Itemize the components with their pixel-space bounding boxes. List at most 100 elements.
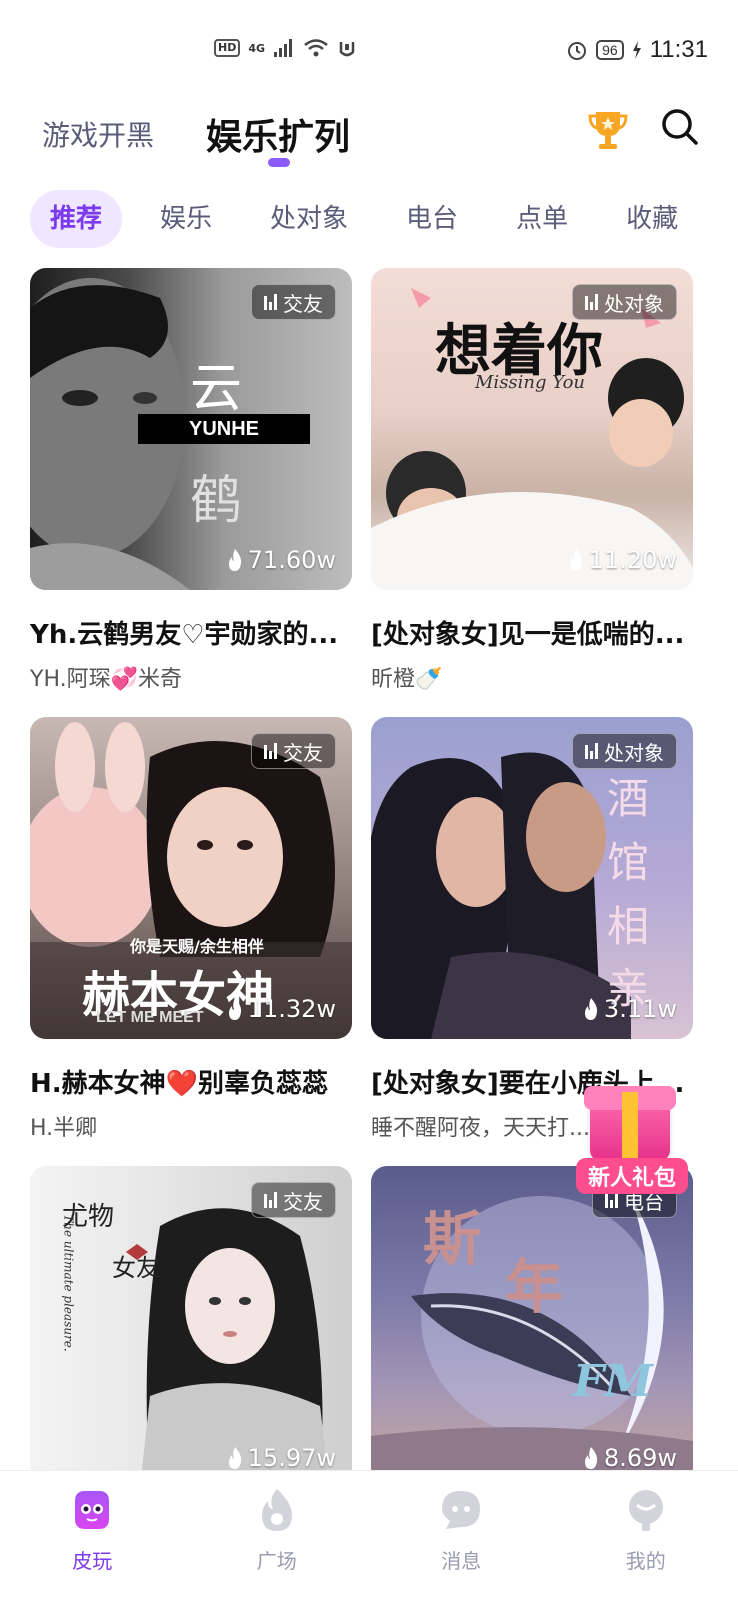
nav-label: 我的: [625, 1549, 666, 1573]
room-tag-label: 处对象: [604, 740, 664, 765]
room-cover: 你是天赐/余生相伴 赫本女神 LET ME MEET 交友 11.32w: [30, 717, 352, 1039]
art-text: FM: [573, 1356, 653, 1407]
status-right: 96 11:31: [566, 36, 708, 64]
heat-count: 11.32w: [226, 995, 336, 1023]
profile-icon: [628, 1490, 663, 1531]
heat-count: 8.69w: [582, 1444, 677, 1472]
room-tag-label: 处对象: [604, 291, 664, 316]
room-cover: 尤物 女友 The ultimate pleasure. 交友 15.97w: [30, 1166, 352, 1488]
room-card[interactable]: 想着你 Missing You 处对象 11.20w [处对象女]见一是低喘的.…: [371, 268, 693, 693]
room-tag-label: 交友: [283, 740, 323, 765]
app-screen: HD 4G 96 11:31 游戏开黑 娱乐扩列 推荐 娱乐 处对象 电台 点单…: [0, 0, 738, 1600]
status-bar: HD 4G 96 11:31: [0, 0, 738, 100]
room-card[interactable]: 云 YUNHE 鹤 交友 71.60w Yh.云鹤男友♡宇勋家的... YH.阿…: [30, 268, 352, 693]
gift-ribbon: [622, 1092, 638, 1162]
room-cover: 想着你 Missing You 处对象 11.20w: [371, 268, 693, 590]
chip-entertainment[interactable]: 娱乐: [140, 190, 232, 248]
art-text: 你是天赐/余生相伴: [130, 937, 264, 956]
art-text: 斯: [423, 1205, 482, 1273]
chip-order[interactable]: 点单: [496, 190, 588, 248]
status-left: HD 4G: [214, 38, 357, 58]
new-user-gift-button[interactable]: 新人礼包: [576, 1078, 688, 1198]
flame-icon: [228, 998, 241, 1020]
flame-icon: [584, 998, 598, 1020]
room-tag: 交友: [251, 1182, 336, 1218]
heat-count: 71.60w: [226, 546, 336, 574]
art-text: 女友: [112, 1254, 160, 1282]
network-type: 4G: [248, 41, 266, 55]
signal-icon: [274, 39, 293, 57]
alarm-icon: [568, 42, 587, 60]
room-title: Yh.云鹤男友♡宇勋家的...: [30, 620, 339, 650]
chip-radio[interactable]: 电台: [386, 190, 478, 248]
wifi-icon: [304, 39, 328, 57]
room-card[interactable]: 你是天赐/余生相伴 赫本女神 LET ME MEET 交友 11.32w H.赫…: [30, 717, 352, 1142]
heat-value: 11.32w: [247, 995, 336, 1023]
active-tab-indicator: [268, 158, 290, 167]
flame-icon: [261, 1489, 292, 1531]
room-cover: 斯 年 FM 电台 8.69w: [371, 1166, 693, 1488]
room-host: 昕橙🍼: [371, 667, 443, 692]
audio-bars-icon: [585, 743, 598, 759]
gift-label: 新人礼包: [576, 1158, 688, 1194]
room-tag: 交友: [251, 284, 336, 320]
room-cover: 云 YUNHE 鹤 交友 71.60w: [30, 268, 352, 590]
art-text: Missing You: [475, 372, 586, 393]
heat-count: 3.11w: [582, 995, 677, 1023]
top-header: 游戏开黑 娱乐扩列: [0, 100, 738, 180]
category-bar: 推荐 娱乐 处对象 电台 点单 收藏: [0, 188, 738, 250]
heat-value: 15.97w: [247, 1444, 336, 1472]
art-text: 鹤: [190, 471, 243, 531]
art-text: LET ME MEET: [96, 1009, 204, 1026]
bottom-navigation: 皮玩 广场 消息 我的: [0, 1470, 738, 1600]
tab-entertainment[interactable]: 娱乐扩列: [206, 108, 350, 160]
trophy-icon[interactable]: [588, 108, 628, 152]
chat-bubble-icon: [442, 1491, 481, 1529]
room-tag: 交友: [251, 733, 336, 769]
art-text: The ultimate pleasure.: [61, 1214, 76, 1352]
heat-value: 71.60w: [247, 546, 336, 574]
alert-icon: [339, 42, 355, 57]
search-icon[interactable]: [660, 104, 700, 148]
nav-messages[interactable]: 消息: [369, 1471, 554, 1600]
room-tag: 处对象: [572, 284, 677, 320]
flame-icon: [228, 1447, 241, 1469]
chip-dating[interactable]: 处对象: [250, 190, 368, 248]
room-title: H.赫本女神❤️别辜负蕊蕊: [30, 1069, 329, 1099]
room-card[interactable]: 斯 年 FM 电台 8.69w: [371, 1166, 693, 1488]
room-host: YH.阿琛💞米奇: [30, 667, 182, 692]
art-text: YUNHE: [188, 417, 259, 440]
nav-label: 皮玩: [72, 1549, 113, 1573]
audio-bars-icon: [264, 743, 277, 759]
chip-favorites[interactable]: 收藏: [606, 190, 698, 248]
heat-value: 3.11w: [603, 995, 677, 1023]
room-tag: 处对象: [572, 733, 677, 769]
clock: 11:31: [649, 36, 708, 63]
room-tag-label: 交友: [283, 291, 323, 316]
battery-level: 96: [602, 42, 618, 58]
art-text: 年: [505, 1253, 564, 1321]
chip-recommend[interactable]: 推荐: [30, 190, 123, 248]
art-banner: YUNHE: [138, 414, 310, 444]
audio-bars-icon: [264, 294, 277, 310]
nav-label: 广场: [256, 1549, 297, 1573]
heat-count: 15.97w: [226, 1444, 336, 1472]
art-text: 相: [607, 902, 650, 951]
room-cover: 酒 馆 相 亲 处对象 3.11w: [371, 717, 693, 1039]
hd-badge: HD: [214, 39, 241, 57]
heat-value: 8.69w: [603, 1444, 677, 1472]
flame-icon: [228, 549, 241, 571]
audio-bars-icon: [264, 1192, 277, 1208]
nav-pipi[interactable]: 皮玩: [0, 1471, 185, 1600]
room-card[interactable]: 尤物 女友 The ultimate pleasure. 交友 15.97w: [30, 1166, 352, 1488]
charging-icon: [632, 41, 641, 59]
art-text: 云: [190, 359, 243, 419]
pipi-face-icon: [75, 1491, 110, 1529]
art-text: 酒: [607, 774, 650, 823]
nav-me[interactable]: 我的: [554, 1471, 738, 1600]
nav-square[interactable]: 广场: [185, 1471, 370, 1600]
flame-icon: [584, 1447, 598, 1469]
tab-game[interactable]: 游戏开黑: [42, 114, 154, 154]
room-host: H.半卿: [30, 1116, 98, 1141]
audio-bars-icon: [585, 294, 598, 310]
